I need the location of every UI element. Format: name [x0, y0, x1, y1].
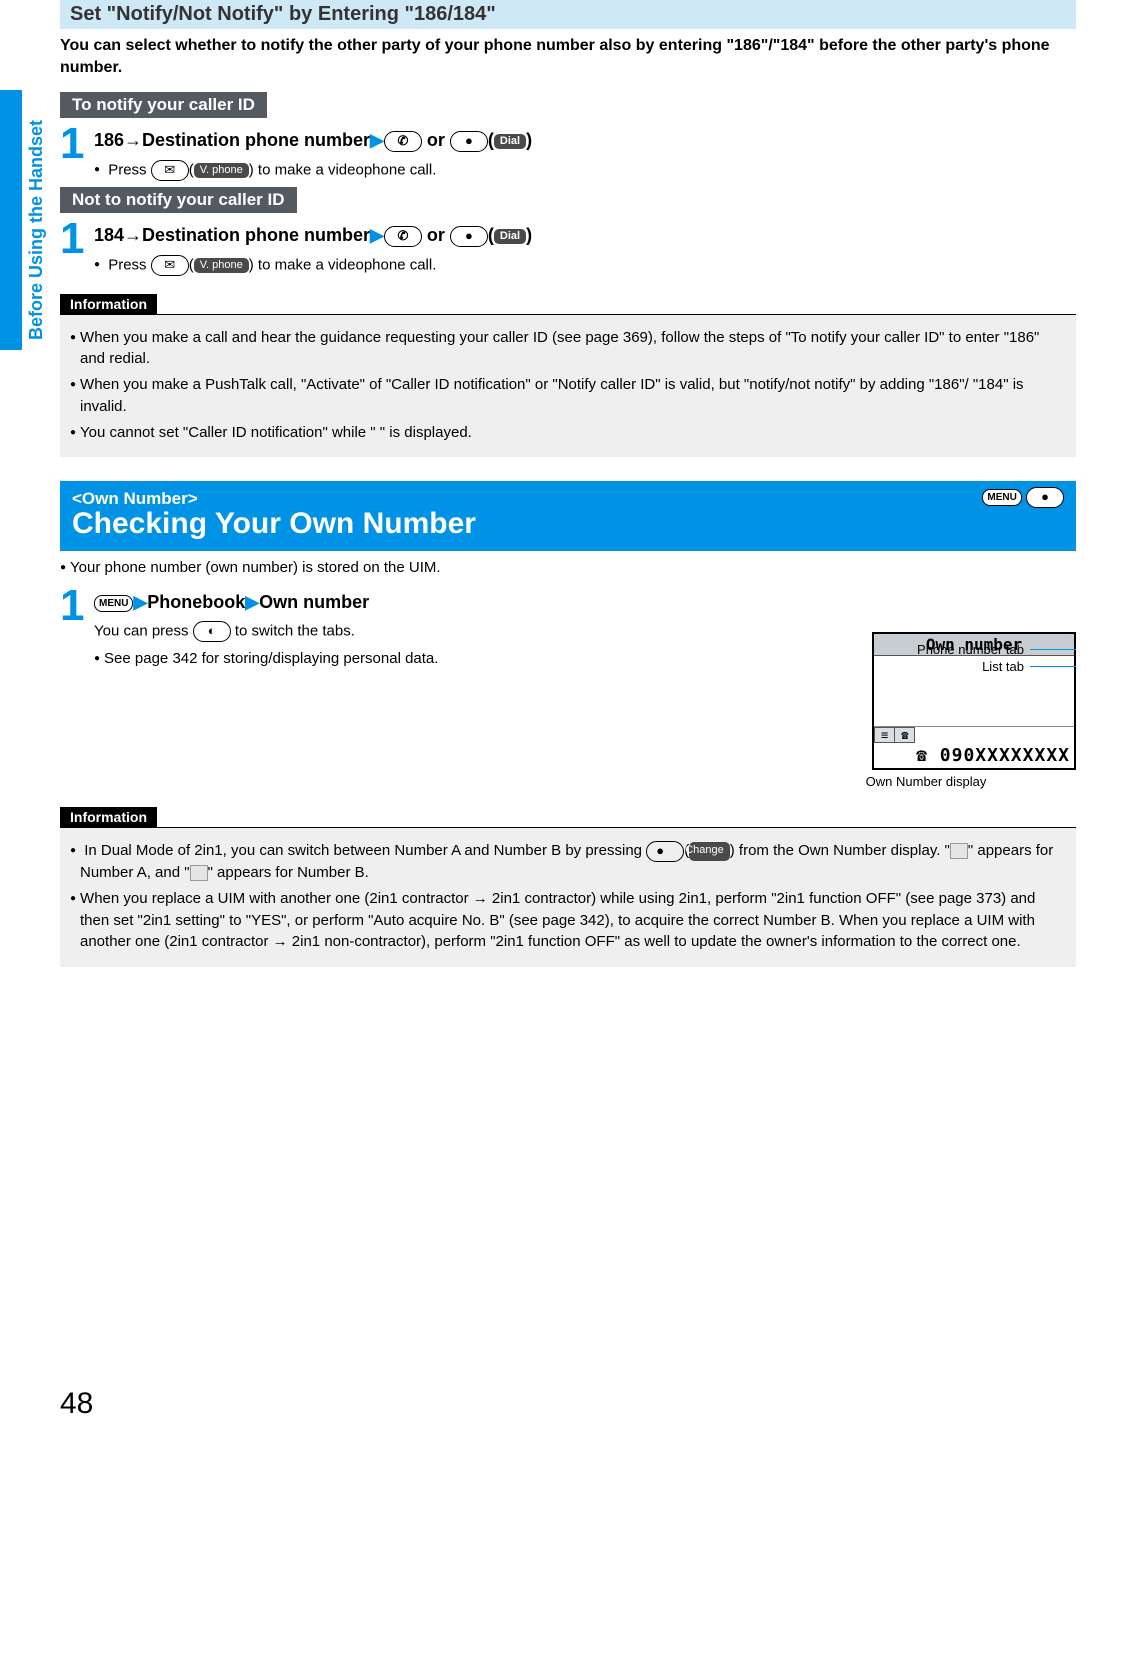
- information-label: Information: [60, 807, 157, 827]
- tab-icon: ≡: [874, 727, 895, 743]
- phone-screen-title: Own number: [874, 634, 1074, 656]
- step-word: Own number: [259, 592, 369, 612]
- number-b-icon: [190, 865, 208, 881]
- mail-key-icon: ✉: [151, 255, 189, 276]
- section-title-notify: Set "Notify/Not Notify" by Entering "186…: [60, 0, 1076, 29]
- page-number: 48: [60, 1387, 1076, 1441]
- step-text: 184→Destination phone number: [94, 225, 370, 245]
- step-notify: 1 186→Destination phone number▶✆ or ●(Di…: [60, 122, 1076, 181]
- subheader-notify: To notify your caller ID: [60, 92, 267, 118]
- section-header-own-number: <Own Number> Checking Your Own Number ME…: [60, 481, 1076, 551]
- step-not-notify: 1 184→Destination phone number▶✆ or ●(Di…: [60, 217, 1076, 276]
- label-list-tab: List tab: [982, 659, 1024, 674]
- arrow-icon: ▶: [370, 130, 384, 150]
- call-key-icon: ✆: [384, 131, 422, 152]
- side-tab-bar: [0, 90, 22, 350]
- step-sub: You can press ◐ to switch the tabs.: [94, 621, 438, 642]
- info-item: When you replace a UIM with another one …: [70, 888, 1066, 953]
- info-item: You cannot set "Caller ID notification" …: [70, 422, 1066, 444]
- call-key-icon: ✆: [384, 226, 422, 247]
- center-key-icon: ●: [646, 841, 684, 862]
- or-text: or: [422, 225, 450, 245]
- step-sub: See page 342 for storing/displaying pers…: [94, 650, 438, 667]
- step-number: 1: [60, 122, 94, 166]
- vphone-softkey: V. phone: [194, 163, 249, 178]
- phone-screen-number: ☎ 090XXXXXXXX: [874, 743, 1074, 768]
- information-box-2: In Dual Mode of 2in1, you can switch bet…: [60, 827, 1076, 967]
- step-text: 186→Destination phone number: [94, 130, 370, 150]
- center-key-icon: ●: [450, 131, 488, 152]
- corner-keys: MENU ●: [982, 487, 1064, 508]
- mail-key-icon: ✉: [151, 160, 189, 181]
- center-key-icon: ●: [450, 226, 488, 247]
- information-box-1: When you make a call and hear the guidan…: [60, 314, 1076, 458]
- figure-caption: Own Number display: [776, 774, 1076, 789]
- lead-text: Your phone number (own number) is stored…: [60, 559, 1076, 576]
- number-a-icon: [950, 843, 968, 859]
- step-number: 1: [60, 584, 94, 628]
- subheader-not-notify: Not to notify your caller ID: [60, 187, 297, 213]
- phone-screen: Own number ≡☎ ☎ 090XXXXXXXX: [872, 632, 1076, 770]
- phone-screen-tabs: ≡☎: [874, 726, 1074, 743]
- own-number-figure: Phone number tab List tab Own number ≡☎ …: [776, 580, 1076, 789]
- change-softkey: Change: [689, 842, 730, 861]
- center-key-icon: ●: [1026, 487, 1064, 508]
- step-own-number: 1 MENU▶Phonebook▶Own number You can pres…: [60, 584, 776, 667]
- dial-softkey: Dial: [494, 229, 526, 244]
- vphone-softkey: V. phone: [194, 258, 249, 273]
- info-item: In Dual Mode of 2in1, you can switch bet…: [70, 840, 1066, 884]
- side-tab-label-wrap: Before Using the Handset: [26, 90, 46, 350]
- info-item: When you make a call and hear the guidan…: [70, 327, 1066, 371]
- nav-key-icon: ◐: [193, 621, 231, 642]
- menu-key-icon: MENU: [982, 489, 1021, 506]
- section-intro: You can select whether to notify the oth…: [60, 29, 1076, 86]
- information-label: Information: [60, 294, 157, 314]
- section-tag: <Own Number>: [72, 489, 1064, 509]
- step-sub: Press ✉(V. phone) to make a videophone c…: [94, 255, 532, 276]
- step-number: 1: [60, 217, 94, 261]
- side-tab-label: Before Using the Handset: [26, 80, 47, 340]
- arrow-icon: ▶: [370, 225, 384, 245]
- section-title: Checking Your Own Number: [72, 507, 1064, 541]
- tab-icon: ☎: [894, 727, 915, 743]
- step-sub: Press ✉(V. phone) to make a videophone c…: [94, 160, 532, 181]
- or-text: or: [422, 130, 450, 150]
- arrow-icon: ▶: [133, 592, 147, 612]
- step-word: Phonebook: [147, 592, 245, 612]
- dial-softkey: Dial: [494, 134, 526, 149]
- arrow-icon: ▶: [245, 592, 259, 612]
- info-item: When you make a PushTalk call, "Activate…: [70, 374, 1066, 418]
- menu-key-icon: MENU: [94, 595, 133, 612]
